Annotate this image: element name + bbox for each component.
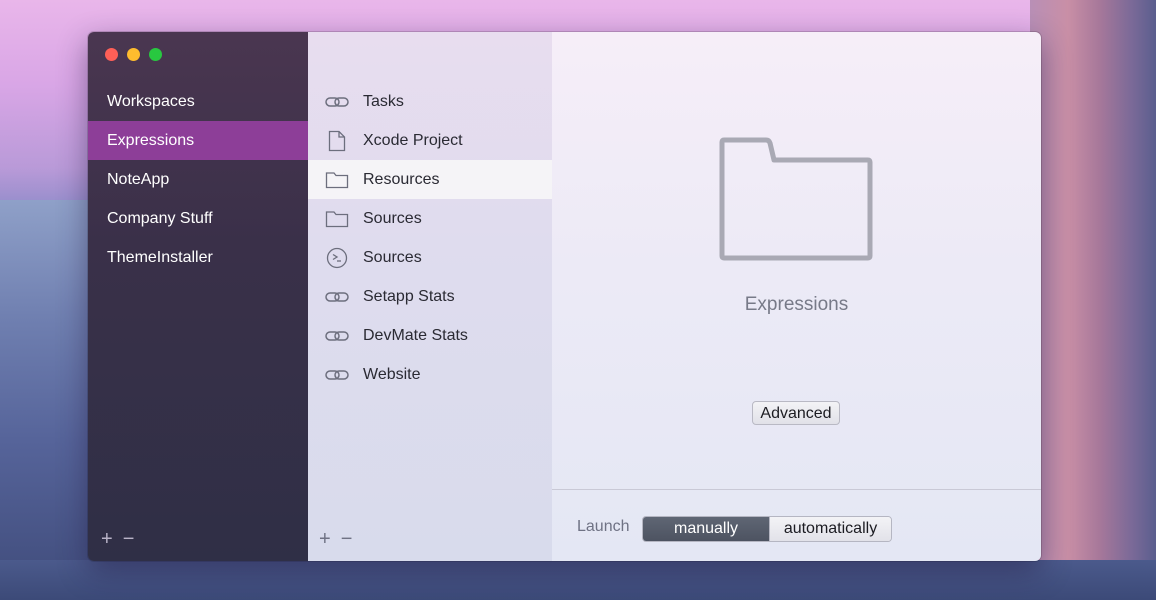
- link-icon: [324, 91, 350, 113]
- list-item-label: Website: [363, 365, 421, 383]
- zoom-button[interactable]: [149, 48, 162, 61]
- workspace-add-remove: + −: [101, 528, 134, 551]
- folder-icon: [324, 169, 350, 191]
- advanced-button[interactable]: Advanced: [752, 401, 840, 425]
- add-item-button[interactable]: +: [319, 528, 331, 551]
- list-item-sources-terminal[interactable]: Sources: [308, 238, 552, 277]
- add-workspace-button[interactable]: +: [101, 528, 113, 551]
- launch-automatically-option[interactable]: automatically: [769, 517, 891, 541]
- desktop-cliff-right: [1030, 0, 1156, 600]
- list-item-website[interactable]: Website: [308, 355, 552, 394]
- minimize-button[interactable]: [127, 48, 140, 61]
- desktop-ground: [0, 560, 1156, 600]
- workspace-item-expressions[interactable]: Expressions: [88, 121, 308, 160]
- remove-workspace-button[interactable]: −: [123, 528, 135, 551]
- document-icon: [324, 130, 350, 152]
- terminal-icon: [324, 247, 350, 269]
- workspace-sidebar: Workspaces Expressions NoteApp Company S…: [88, 32, 308, 561]
- list-item-label: Sources: [363, 209, 422, 227]
- link-icon: [324, 364, 350, 386]
- list-item-label: Resources: [363, 170, 440, 188]
- item-add-remove: + −: [319, 528, 352, 551]
- window-controls: [105, 48, 162, 61]
- folder-icon: [324, 208, 350, 230]
- workspace-item-themeinstaller[interactable]: ThemeInstaller: [88, 238, 308, 277]
- list-item-sources-folder[interactable]: Sources: [308, 199, 552, 238]
- workspace-item-company-stuff[interactable]: Company Stuff: [88, 199, 308, 238]
- item-list-pane: Tasks Xcode Project Resources Sources So…: [308, 32, 552, 561]
- list-item-label: DevMate Stats: [363, 326, 468, 344]
- detail-pane: Expressions Advanced Launch manually aut…: [552, 32, 1041, 561]
- remove-item-button[interactable]: −: [341, 528, 353, 551]
- launch-label: Launch: [577, 518, 630, 535]
- workspace-item-noteapp[interactable]: NoteApp: [88, 160, 308, 199]
- divider: [552, 489, 1041, 490]
- app-window: Workspaces Expressions NoteApp Company S…: [88, 32, 1041, 561]
- list-item-label: Setapp Stats: [363, 287, 455, 305]
- close-button[interactable]: [105, 48, 118, 61]
- workspace-list: Workspaces Expressions NoteApp Company S…: [88, 82, 308, 277]
- list-item-xcode-project[interactable]: Xcode Project: [308, 121, 552, 160]
- detail-title: Expressions: [744, 294, 849, 315]
- list-item-label: Sources: [363, 248, 422, 266]
- launch-manually-option[interactable]: manually: [643, 517, 769, 541]
- link-icon: [324, 286, 350, 308]
- item-list: Tasks Xcode Project Resources Sources So…: [308, 82, 552, 394]
- link-icon: [324, 325, 350, 347]
- list-item-resources[interactable]: Resources: [308, 160, 552, 199]
- folder-icon: [718, 136, 874, 267]
- workspace-item-workspaces[interactable]: Workspaces: [88, 82, 308, 121]
- desktop-mountain-left: [0, 200, 100, 600]
- list-item-label: Tasks: [363, 92, 404, 110]
- list-item-devmate-stats[interactable]: DevMate Stats: [308, 316, 552, 355]
- launch-segmented-control: manually automatically: [642, 516, 892, 542]
- list-item-tasks[interactable]: Tasks: [308, 82, 552, 121]
- list-item-setapp-stats[interactable]: Setapp Stats: [308, 277, 552, 316]
- list-item-label: Xcode Project: [363, 131, 463, 149]
